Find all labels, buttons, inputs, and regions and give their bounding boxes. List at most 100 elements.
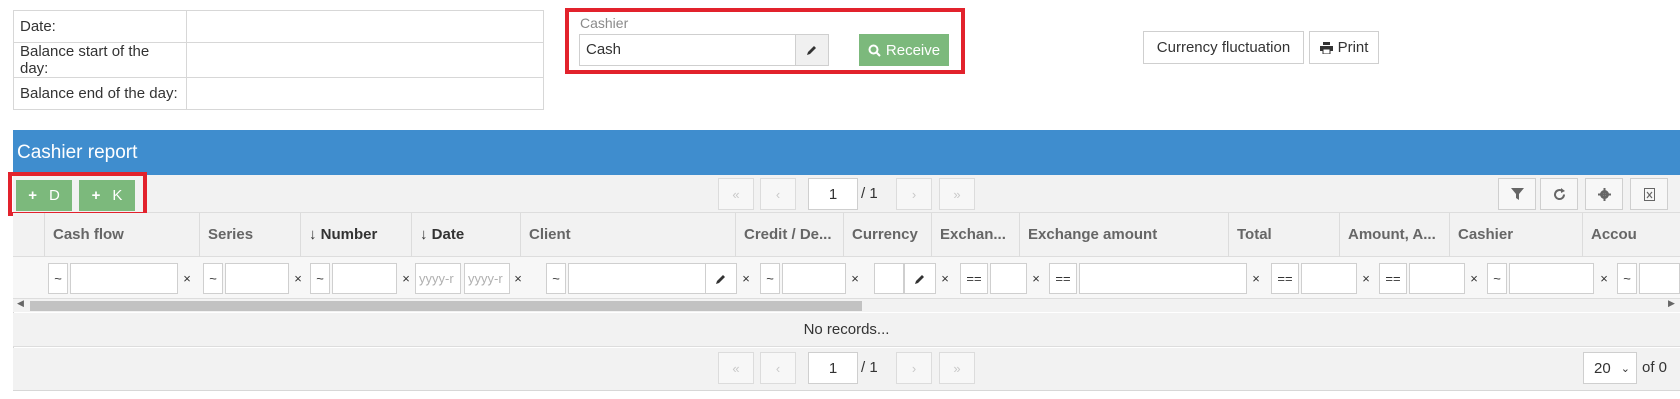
filter-clear-button[interactable]: × [739, 263, 753, 294]
add-credit-label: K [112, 187, 123, 204]
refresh-button[interactable] [1540, 178, 1578, 210]
filter-operator[interactable]: ~ [1617, 263, 1637, 294]
print-button[interactable]: Print [1309, 31, 1379, 64]
filter-clear-button[interactable]: × [1467, 263, 1481, 294]
row-selector-header [13, 213, 44, 257]
filter-clear-button[interactable]: × [291, 263, 305, 294]
summary-label: Balance start of the day: [13, 42, 187, 78]
filter-clear-button[interactable]: × [1249, 263, 1263, 294]
filter-currency-input[interactable] [874, 263, 904, 294]
column-header-date[interactable]: ↓ Date [411, 213, 520, 257]
receive-button[interactable]: Receive [859, 34, 949, 66]
filter-currency-edit-button[interactable] [904, 263, 936, 294]
filter-operator[interactable]: == [1271, 263, 1299, 294]
double-chevron-right-icon: » [953, 360, 961, 376]
pencil-icon [716, 274, 725, 284]
scroll-left-arrow-icon[interactable]: ◀ [17, 298, 24, 309]
filter-clear-button[interactable]: × [1029, 263, 1043, 294]
first-page-button[interactable]: « [718, 178, 754, 210]
filter-operator[interactable]: ~ [48, 263, 68, 294]
record-count: of 0 [1642, 359, 1668, 376]
filter-operator[interactable]: ~ [203, 263, 223, 294]
filter-operator[interactable]: == [960, 263, 988, 294]
day-summary-table: Date: Balance start of the day: Balance … [13, 10, 544, 110]
filter-client-input[interactable] [568, 263, 711, 294]
first-page-button[interactable]: « [718, 352, 754, 384]
filter-operator[interactable]: ~ [1487, 263, 1507, 294]
filter-date-to-input[interactable]: yyyy-r [464, 263, 510, 294]
receive-button-label: Receive [885, 41, 941, 59]
settings-button[interactable] [1585, 178, 1623, 210]
add-credit-button[interactable]: + K [79, 180, 135, 211]
next-page-button[interactable]: › [896, 178, 932, 210]
next-page-button[interactable]: › [896, 352, 932, 384]
column-header-exchange[interactable]: Exchan... [931, 213, 1019, 257]
print-label: Print [1337, 39, 1369, 56]
rows-per-page-select[interactable]: 20 ⌄ [1583, 352, 1637, 384]
page-count: / 1 [861, 185, 878, 202]
filter-operator[interactable]: ~ [760, 263, 780, 294]
cashier-input[interactable]: Cash [579, 34, 795, 66]
filter-total-input[interactable] [1301, 263, 1357, 294]
filter-clear-button[interactable]: × [1359, 263, 1373, 294]
summary-label: Balance end of the day: [13, 77, 187, 110]
filter-series-input[interactable] [225, 263, 289, 294]
add-debit-button[interactable]: + D [16, 180, 72, 211]
summary-row-balance-start: Balance start of the day: [13, 42, 544, 78]
last-page-button[interactable]: » [939, 352, 975, 384]
add-debit-label: D [48, 187, 60, 204]
export-excel-button[interactable] [1630, 178, 1668, 210]
chevron-left-icon: ‹ [775, 360, 781, 376]
filter-exchange-input[interactable] [990, 263, 1027, 294]
column-header-account[interactable]: Accou [1582, 213, 1680, 257]
column-header-credit-debit[interactable]: Credit / De... [735, 213, 843, 257]
filter-exchange-amount-input[interactable] [1079, 263, 1247, 294]
gear-icon [1597, 187, 1611, 201]
column-header-cashier[interactable]: Cashier [1449, 213, 1582, 257]
filter-clear-button[interactable]: × [1597, 263, 1611, 294]
grid-toolbar: « ‹ 1 / 1 › » [13, 175, 1680, 213]
filter-cashier-input[interactable] [1509, 263, 1594, 294]
cashier-label: Cashier [580, 15, 629, 31]
column-header-cash-flow[interactable]: Cash flow [44, 213, 199, 257]
currency-fluctuation-button[interactable]: Currency fluctuation [1143, 31, 1304, 64]
column-header-total[interactable]: Total [1228, 213, 1339, 257]
filter-date-from-input[interactable]: yyyy-r [415, 263, 461, 294]
filter-clear-button[interactable]: × [399, 263, 413, 294]
filter-clear-button[interactable]: × [848, 263, 862, 294]
column-header-amount[interactable]: Amount, A... [1339, 213, 1449, 257]
filter-amount-input[interactable] [1409, 263, 1465, 294]
column-header-exchange-amount[interactable]: Exchange amount [1019, 213, 1228, 257]
scrollbar-thumb[interactable] [30, 301, 862, 311]
cashier-edit-button[interactable] [795, 34, 829, 66]
double-chevron-left-icon: « [732, 186, 740, 202]
column-header-client[interactable]: Client [520, 213, 735, 257]
page-input[interactable]: 1 [808, 178, 858, 210]
column-header-number[interactable]: ↓ Number [300, 213, 411, 257]
prev-page-button[interactable]: ‹ [760, 178, 796, 210]
column-header-series[interactable]: Series [199, 213, 300, 257]
prev-page-button[interactable]: ‹ [760, 352, 796, 384]
filter-operator[interactable]: == [1379, 263, 1407, 294]
column-header-currency[interactable]: Currency [843, 213, 931, 257]
filter-operator[interactable]: == [1049, 263, 1077, 294]
double-chevron-right-icon: » [953, 186, 961, 202]
double-chevron-left-icon: « [732, 360, 740, 376]
refresh-icon [1553, 187, 1565, 200]
filter-credit-debit-input[interactable] [782, 263, 846, 294]
filter-client-edit-button[interactable] [705, 263, 737, 294]
horizontal-scrollbar[interactable]: ◀ ▶ [13, 298, 1680, 312]
filter-cash-flow-input[interactable] [70, 263, 178, 294]
last-page-button[interactable]: » [939, 178, 975, 210]
filter-number-input[interactable] [332, 263, 397, 294]
filter-button[interactable] [1498, 178, 1536, 210]
filter-clear-button[interactable]: × [511, 263, 525, 294]
filter-operator[interactable]: ~ [546, 263, 566, 294]
grid-footer: « ‹ 1 / 1 › » 20 ⌄ of 0 [13, 348, 1680, 390]
filter-clear-button[interactable]: × [938, 263, 952, 294]
page-input[interactable]: 1 [808, 352, 858, 384]
filter-account-input[interactable] [1639, 263, 1680, 294]
filter-operator[interactable]: ~ [310, 263, 330, 294]
scroll-right-arrow-icon[interactable]: ▶ [1668, 298, 1675, 309]
filter-clear-button[interactable]: × [180, 263, 194, 294]
